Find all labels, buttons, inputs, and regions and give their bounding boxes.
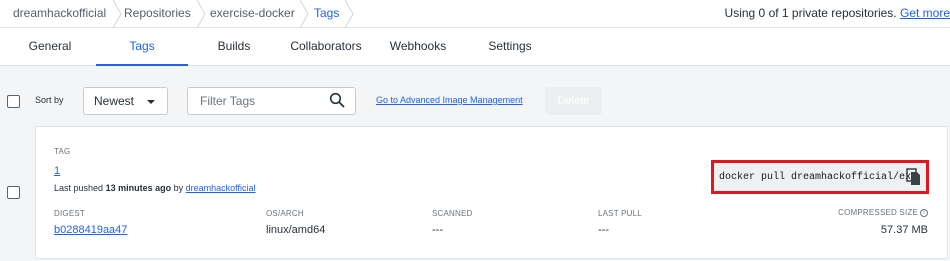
tag-row-checkbox[interactable]	[7, 186, 20, 199]
usage-text: Using 0 of 1 private repositories.	[724, 6, 897, 20]
last-pushed-info: Last pushed 13 minutes ago by dreamhacko…	[54, 183, 256, 193]
compressed-size-column-header: COMPRESSED SIZE i	[838, 208, 928, 217]
breadcrumb-separator-icon	[111, 0, 123, 28]
copy-icon[interactable]	[906, 168, 922, 186]
tag-column-header: TAG	[54, 147, 71, 156]
breadcrumb-separator-icon	[343, 0, 355, 28]
pushed-time: 13 minutes ago	[105, 183, 172, 193]
breadcrumb-separator-icon	[195, 0, 207, 28]
scanned-column-header: SCANNED	[432, 209, 473, 218]
digest-column-header: DIGEST	[54, 209, 85, 218]
select-all-checkbox[interactable]	[7, 95, 20, 108]
breadcrumb-separator-icon	[298, 0, 310, 28]
breadcrumb-item-tags[interactable]: Tags	[314, 0, 339, 28]
pushed-prefix: Last pushed	[54, 183, 104, 193]
sort-by-label: Sort by	[35, 95, 64, 105]
compressed-size-label: COMPRESSED SIZE	[838, 208, 918, 217]
breadcrumb-item-repositories[interactable]: Repositories	[124, 0, 191, 28]
breadcrumb-item-namespace[interactable]: dreamhackofficial	[13, 0, 106, 28]
repo-tabs: General Tags Builds Collaborators Webhoo…	[0, 28, 950, 66]
breadcrumb: dreamhackofficial Repositories exercise-…	[0, 0, 950, 28]
tab-webhooks[interactable]: Webhooks	[382, 28, 454, 66]
advanced-image-management-link[interactable]: Go to Advanced Image Management	[376, 95, 523, 105]
tab-builds[interactable]: Builds	[205, 28, 263, 66]
pushed-by-link[interactable]: dreamhackofficial	[186, 183, 256, 193]
os-arch-value: linux/amd64	[266, 224, 326, 236]
sort-select[interactable]: Newest	[83, 87, 168, 115]
digest-link[interactable]: b0288419aa47	[54, 224, 127, 236]
tab-general[interactable]: General	[20, 28, 80, 66]
tab-tags[interactable]: Tags	[96, 28, 188, 66]
search-icon[interactable]	[329, 92, 345, 108]
private-repo-usage: Using 0 of 1 private repositories. Get m…	[725, 0, 950, 28]
pull-command-text: docker pull dreamhackofficial/ex…	[719, 172, 918, 183]
scanned-value: ---	[432, 224, 443, 236]
delete-button[interactable]: Delete	[545, 87, 602, 115]
compressed-size-value: 57.37 MB	[880, 224, 928, 236]
get-more-link[interactable]: Get more	[900, 6, 950, 20]
pushed-by-prefix: by	[173, 183, 184, 193]
tab-collaborators[interactable]: Collaborators	[283, 28, 369, 66]
last-pull-column-header: LAST PULL	[598, 209, 642, 218]
breadcrumb-item-repository[interactable]: exercise-docker	[210, 0, 295, 28]
sort-select-value: Newest	[94, 94, 135, 108]
tab-settings[interactable]: Settings	[478, 28, 542, 66]
info-icon[interactable]: i	[920, 209, 928, 217]
caret-down-icon	[147, 100, 155, 104]
tag-name-link[interactable]: 1	[54, 165, 60, 177]
last-pull-value: ---	[598, 224, 609, 236]
docker-pull-command[interactable]: docker pull dreamhackofficial/ex…	[711, 160, 929, 194]
os-arch-column-header: OS/ARCH	[266, 209, 304, 218]
